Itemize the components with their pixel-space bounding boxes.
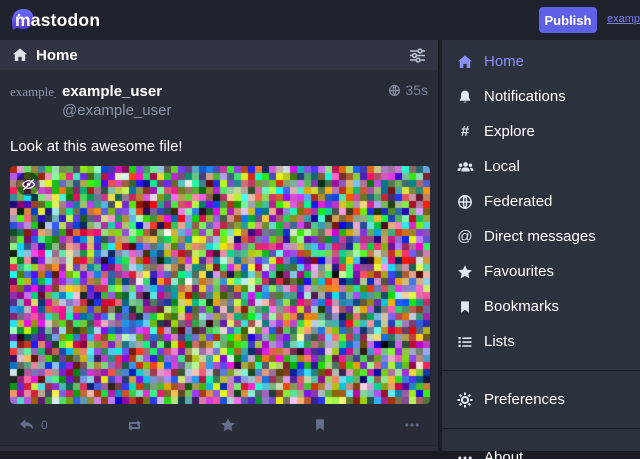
- sidebar-item-preferences[interactable]: Preferences: [442, 382, 640, 417]
- sliders-icon[interactable]: [409, 48, 426, 63]
- navigation-sidebar: Home Notifications # Explore Local Federated @…: [442, 40, 640, 451]
- sidebar-item-label: Favourites: [484, 263, 554, 280]
- sidebar-item-label: About: [484, 449, 523, 459]
- load-more-button[interactable]: Load more: [0, 445, 438, 451]
- column-title: Home: [36, 47, 78, 64]
- reply-button[interactable]: 0: [18, 417, 48, 433]
- status-header: example_user example_user @example_user …: [10, 82, 428, 128]
- favourite-button[interactable]: [220, 417, 236, 433]
- timestamp-area[interactable]: 35s: [388, 82, 428, 98]
- list-icon: [454, 334, 476, 350]
- sidebar-item-label: Direct messages: [484, 228, 596, 245]
- sidebar-item-label: Lists: [484, 333, 515, 350]
- account-handle: @example_user: [62, 101, 171, 120]
- home-icon: [12, 47, 28, 63]
- sidebar-item-bookmarks[interactable]: Bookmarks: [442, 289, 640, 324]
- sidebar-item-label: Federated: [484, 193, 552, 210]
- reply-icon: [18, 417, 36, 433]
- sidebar-item-label: Home: [484, 53, 524, 70]
- bell-icon: [454, 89, 476, 105]
- noise-image: [10, 166, 430, 404]
- hash-icon: #: [454, 124, 476, 139]
- sidebar-item-explore[interactable]: # Explore: [442, 114, 640, 149]
- bookmark-icon: [313, 417, 327, 433]
- home-icon: [454, 54, 476, 70]
- sidebar-item-favourites[interactable]: Favourites: [442, 254, 640, 289]
- sidebar-item-label: Preferences: [484, 391, 565, 408]
- sidebar-item-label: Explore: [484, 123, 535, 140]
- sidebar-item-label: Notifications: [484, 88, 566, 105]
- timeline: example_user example_user @example_user …: [0, 70, 438, 451]
- publish-button[interactable]: Publish: [539, 7, 597, 33]
- account-names[interactable]: example_user @example_user: [62, 82, 171, 120]
- timestamp: 35s: [405, 82, 428, 98]
- ellipsis-icon: [404, 417, 420, 433]
- star-icon: [454, 264, 476, 280]
- mastodon-wordmark: mastodon: [15, 10, 100, 31]
- bookmark-icon: [454, 299, 476, 315]
- top-bar: mastodon Publish example_user: [0, 0, 640, 40]
- at-icon: @: [454, 229, 476, 244]
- globe-icon: [454, 194, 476, 210]
- more-button[interactable]: [404, 417, 420, 433]
- sidebar-item-home[interactable]: Home: [442, 44, 640, 79]
- gear-icon: [454, 392, 476, 408]
- main-layout: Home example_user example_user @example_…: [0, 40, 640, 455]
- star-icon: [220, 417, 236, 433]
- sidebar-item-federated[interactable]: Federated: [442, 184, 640, 219]
- reply-count: 0: [41, 418, 48, 432]
- sidebar-item-label: Local: [484, 158, 520, 175]
- status-action-bar: 0: [10, 413, 428, 437]
- boost-button[interactable]: [125, 418, 144, 433]
- ellipsis-icon: [454, 450, 476, 459]
- globe-icon: [388, 84, 401, 97]
- sidebar-item-about[interactable]: About: [442, 440, 640, 459]
- sidebar-item-local[interactable]: Local: [442, 149, 640, 184]
- hide-media-button[interactable]: [16, 172, 40, 196]
- status-text: Look at this awesome file!: [10, 137, 428, 157]
- users-icon: [454, 159, 476, 175]
- home-timeline-column: Home example_user example_user @example_…: [0, 40, 438, 451]
- account-link[interactable]: example_user: [607, 13, 640, 25]
- avatar[interactable]: example_user: [10, 82, 56, 128]
- sidebar-divider: [442, 428, 640, 429]
- sidebar-item-direct-messages[interactable]: @ Direct messages: [442, 219, 640, 254]
- display-name: example_user: [62, 82, 171, 101]
- boost-icon: [125, 418, 144, 433]
- sidebar-item-label: Bookmarks: [484, 298, 559, 315]
- mastodon-logo[interactable]: mastodon: [10, 7, 100, 33]
- media-attachment[interactable]: [10, 166, 430, 404]
- sidebar-item-lists[interactable]: Lists: [442, 324, 640, 359]
- bookmark-button[interactable]: [313, 417, 327, 433]
- sidebar-divider: [442, 370, 640, 371]
- sidebar-item-notifications[interactable]: Notifications: [442, 79, 640, 114]
- status-post: example_user example_user @example_user …: [0, 70, 438, 445]
- eye-slash-icon: [21, 177, 36, 192]
- column-header[interactable]: Home: [0, 40, 438, 70]
